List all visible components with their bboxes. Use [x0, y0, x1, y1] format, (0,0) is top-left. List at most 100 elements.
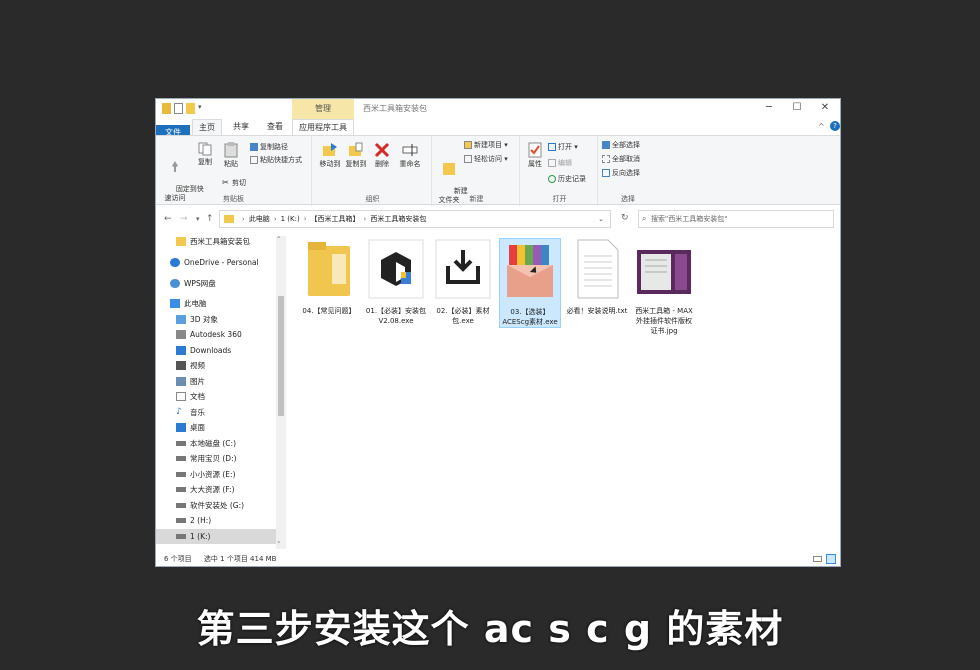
tab-home[interactable]: 主页: [192, 119, 222, 135]
new-folder-icon[interactable]: [186, 103, 195, 114]
select-group: 全部选择 全部取消 反向选择 选择: [600, 136, 656, 206]
cut-label: 剪切: [232, 179, 246, 187]
file-name: 03.【选装】ACEScg素材.exe: [502, 308, 558, 326]
download-tray-icon: [435, 239, 491, 299]
breadcrumb-install-package[interactable]: 西米工具箱安装包: [370, 214, 426, 224]
picture-icon: [176, 377, 186, 386]
file-name: 必看！安装说明.txt: [566, 307, 628, 315]
drive-icon: [176, 518, 186, 523]
select-none-button[interactable]: 全部取消: [602, 154, 640, 164]
image-thumbnail-icon: [637, 250, 691, 294]
recent-locations-icon[interactable]: ▾: [196, 215, 200, 223]
invert-selection-label: 反向选择: [612, 169, 640, 177]
select-all-button[interactable]: 全部选择: [602, 140, 640, 150]
delete-button[interactable]: 删除: [372, 142, 392, 169]
move-to-button[interactable]: 移动到: [318, 142, 342, 169]
music-icon: ♪: [176, 407, 182, 417]
manage-tab[interactable]: 管理: [292, 99, 354, 119]
copy-path-label: 复制路径: [260, 143, 288, 151]
properties-button[interactable]: 属性: [524, 142, 546, 169]
copy-button[interactable]: 复制: [194, 142, 216, 167]
new-group: 新建 文件夹 新建项目 ▾ 轻松访问 ▾ 新建: [434, 136, 520, 206]
copy-path-button[interactable]: 复制路径: [250, 142, 288, 152]
paste-shortcut-button[interactable]: 粘贴快捷方式: [250, 155, 302, 165]
paste-shortcut-label: 粘贴快捷方式: [260, 156, 302, 164]
nav-item-label: 西米工具箱安装包: [190, 237, 250, 246]
cut-button[interactable]: ✂ 剪切: [222, 178, 246, 188]
maximize-button[interactable]: ☐: [790, 102, 804, 113]
drive-icon: [176, 503, 186, 508]
tab-share[interactable]: 共享: [226, 119, 256, 135]
copy-to-button[interactable]: 复制到: [344, 142, 368, 169]
nav-item-label: 本地磁盘 (C:): [190, 439, 236, 448]
nav-item-label: 软件安装处 (G:): [190, 501, 245, 510]
history-icon: [548, 175, 556, 183]
file-item[interactable]: 04.【常见问题】: [298, 238, 360, 316]
details-view-icon[interactable]: [813, 556, 822, 562]
file-item-selected[interactable]: 03.【选装】ACEScg素材.exe: [499, 238, 561, 328]
forward-arrow-icon[interactable]: →: [180, 214, 188, 224]
new-item-label: 新建项目 ▾: [474, 141, 508, 149]
explorer-window: ▾ 管理 西米工具箱安装包 ─ ☐ ✕ 文件 主页 共享 查看 应用程序工具 ^…: [155, 98, 841, 567]
back-arrow-icon[interactable]: ←: [164, 214, 172, 224]
nav-scrollbar[interactable]: ˄ ˅: [276, 236, 286, 549]
edit-label: 编辑: [558, 159, 572, 167]
open-icon: [548, 143, 556, 151]
open-button[interactable]: 打开 ▾: [548, 142, 578, 152]
organize-group: 移动到 复制到 删除 重命名 组织: [314, 136, 432, 206]
folder-plus-icon: [443, 163, 455, 175]
cloud-icon: [170, 258, 180, 267]
properties-icon[interactable]: [174, 103, 183, 114]
search-input[interactable]: ⌕ 搜索"西米工具箱安装包": [638, 210, 834, 228]
rename-button[interactable]: 重命名: [396, 142, 424, 169]
up-arrow-icon[interactable]: ↑: [206, 214, 214, 224]
large-icons-view-icon[interactable]: [826, 554, 836, 564]
file-item[interactable]: 02.【必装】素材包.exe: [432, 238, 494, 326]
select-all-label: 全部选择: [612, 141, 640, 149]
paste-icon: [224, 142, 238, 158]
edit-button[interactable]: 编辑: [548, 158, 572, 168]
paste-button[interactable]: 粘贴: [220, 142, 242, 169]
easy-access-button[interactable]: 轻松访问 ▾: [464, 154, 508, 164]
file-name: 02.【必装】素材包.exe: [436, 307, 490, 325]
delete-label: 删除: [375, 160, 389, 168]
nav-item-wps-drive[interactable]: WPS网盘: [170, 276, 290, 291]
refresh-icon[interactable]: ↻: [621, 213, 629, 223]
nav-item-label: 桌面: [190, 423, 205, 432]
selection-info: 选中 1 个项目 414 MB: [203, 555, 277, 563]
close-button[interactable]: ✕: [818, 102, 832, 113]
nav-scrollbar-thumb[interactable]: [278, 296, 284, 416]
scroll-up-icon[interactable]: ˄: [277, 236, 281, 244]
rename-label: 重命名: [399, 160, 421, 168]
minimize-button[interactable]: ─: [762, 102, 776, 113]
tab-view[interactable]: 查看: [260, 119, 290, 135]
navigation-pane: 西米工具箱安装包 OneDrive - Personal WPS网盘 此电脑 3…: [156, 232, 288, 550]
nav-item-drive-k[interactable]: 1 (K:): [156, 529, 276, 544]
breadcrumb-this-pc[interactable]: 此电脑: [249, 214, 270, 224]
file-item[interactable]: 必看！安装说明.txt: [566, 238, 628, 316]
collapse-ribbon-icon[interactable]: ^: [818, 122, 825, 131]
search-icon: ⌕: [642, 214, 647, 223]
chevron-down-icon[interactable]: ▾: [198, 103, 205, 114]
breadcrumb-ximi-toolbox[interactable]: 【西米工具箱】: [311, 214, 360, 224]
new-item-button[interactable]: 新建项目 ▾: [464, 140, 508, 150]
nav-item-onedrive[interactable]: OneDrive - Personal: [170, 255, 290, 270]
cloud-icon: [170, 279, 180, 288]
scroll-down-icon[interactable]: ˅: [277, 541, 281, 549]
pin-icon: [172, 161, 178, 172]
invert-selection-button[interactable]: 反向选择: [602, 168, 640, 178]
tab-app-tools[interactable]: 应用程序工具: [292, 119, 354, 135]
folder-icon[interactable]: [162, 103, 171, 114]
history-button[interactable]: 历史记录: [548, 174, 586, 184]
address-bar[interactable]: › 此电脑 › 1 (K:) › 【西米工具箱】 › 西米工具箱安装包 ⌄: [219, 210, 611, 228]
breadcrumb-drive-k[interactable]: 1 (K:): [281, 215, 300, 223]
easy-access-icon: [464, 155, 472, 163]
file-item[interactable]: 西米工具箱 - MAX外挂插件软件版权证书.jpg: [633, 238, 695, 336]
help-icon[interactable]: ?: [830, 121, 840, 131]
nav-item-this-pc[interactable]: 此电脑: [170, 296, 290, 311]
file-item[interactable]: 01.【必装】安装包V2.08.exe: [365, 238, 427, 326]
drive-icon: [176, 534, 186, 539]
nav-item-label: WPS网盘: [184, 279, 216, 288]
nav-item-label: 文档: [190, 392, 205, 401]
address-dropdown-icon[interactable]: ⌄: [598, 215, 604, 223]
